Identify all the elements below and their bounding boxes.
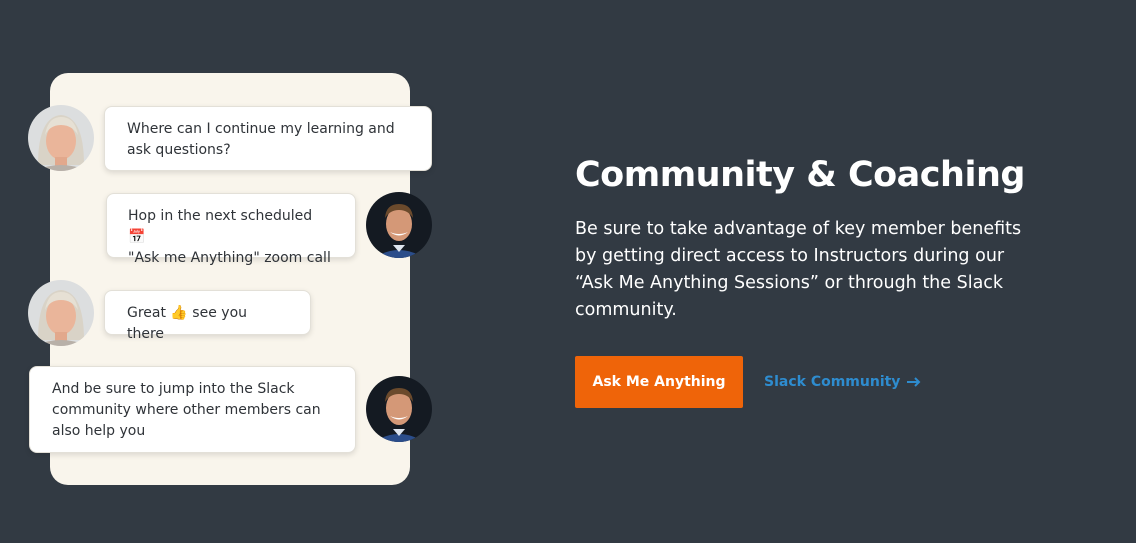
- section-title: Community & Coaching: [575, 155, 1025, 195]
- chat-message: Great 👍 see you there: [104, 290, 311, 342]
- slack-community-link[interactable]: Slack Community: [764, 356, 921, 408]
- chat-message: Where can I continue my learning and ask…: [104, 106, 432, 171]
- instructor-avatar: [366, 376, 432, 442]
- ask-me-anything-button[interactable]: Ask Me Anything: [575, 356, 743, 408]
- chat-message: Hop in the next scheduled 📅 "Ask me Anyt…: [106, 193, 356, 266]
- section-description: Be sure to take advantage of key member …: [575, 219, 1022, 320]
- chat-message: And be sure to jump into the Slack commu…: [29, 366, 356, 453]
- member-avatar: [28, 280, 94, 346]
- instructor-avatar: [366, 192, 432, 258]
- slack-community-label: Slack Community: [764, 374, 901, 390]
- member-avatar: [28, 105, 94, 171]
- arrow-right-icon: [907, 377, 921, 387]
